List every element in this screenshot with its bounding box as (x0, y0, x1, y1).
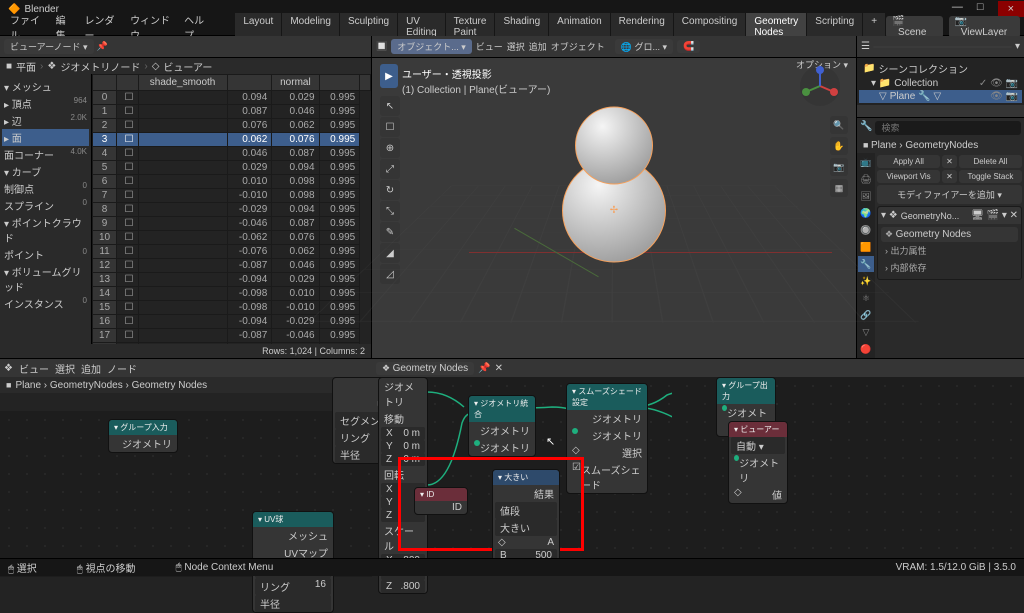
camera-icon[interactable]: 📷 (830, 158, 848, 176)
scene-collection: 📁シーンコレクション (859, 60, 1022, 77)
filter-icon[interactable]: ▾ (1015, 41, 1020, 52)
status-bar: 🖱 選択 🖱 視点の移動 🖱 Node Context Menu VRAM: 1… (0, 558, 1024, 576)
tree-item[interactable]: スプライン0 (2, 197, 89, 214)
props-icon[interactable]: 🔧 (860, 121, 872, 135)
tree-item[interactable]: ▸ 頂点964 (2, 95, 89, 112)
tree-item[interactable]: ▾ ポイントクラウド (2, 214, 89, 246)
props-search[interactable] (875, 121, 1021, 135)
vp-add[interactable]: 追加 (529, 40, 547, 53)
ne-select[interactable]: 選択 (55, 361, 75, 376)
tab-view[interactable]: 🖼 (858, 188, 874, 204)
tool-button[interactable]: ↻ (380, 180, 400, 200)
tab-data[interactable]: ▽ (858, 324, 874, 340)
mode-selector[interactable]: オブジェクト... ▾ (391, 39, 472, 54)
tree-item[interactable]: ポイント0 (2, 246, 89, 263)
nodegroup-selector[interactable]: ❖ Geometry Nodes (376, 362, 474, 375)
vp-view[interactable]: ビュー (476, 40, 503, 53)
row-count: Rows: 1,024 | Columns: 2 (0, 344, 371, 358)
editor-type-icon[interactable]: ▶ (380, 64, 398, 88)
tool-button[interactable]: ⊕ (380, 138, 400, 158)
tab-world[interactable]: 🔘 (858, 222, 874, 238)
vp-type-icon[interactable]: 🔲 (376, 41, 387, 52)
origin-icon: ✢ (610, 205, 618, 216)
ne-icon[interactable]: ❖ (4, 363, 13, 374)
tool-button[interactable]: ⤡ (380, 201, 400, 221)
tool-button[interactable]: ⤢ (380, 159, 400, 179)
delete-all[interactable]: Delete All (959, 155, 1022, 168)
props-breadcrumb: ■ Plane › GeometryNodes (857, 138, 1024, 153)
tree-item[interactable]: ▸ 面 (2, 129, 89, 146)
pin-icon[interactable]: 📌 (97, 41, 108, 52)
toggle-stack[interactable]: Toggle Stack (959, 170, 1022, 183)
zoom-icon[interactable]: 🔍 (830, 116, 848, 134)
mesh-object[interactable]: ✢ (562, 107, 666, 263)
vp-select[interactable]: 選択 (507, 40, 525, 53)
object-plane: ▽Plane🔧 ▽👁 📷 (859, 90, 1022, 103)
outliner[interactable]: 📁シーンコレクション ▾ 📁Collection✓ 👁 📷 ▽Plane🔧 ▽👁… (857, 58, 1024, 105)
nav-gizmo[interactable] (798, 64, 842, 108)
tree-item[interactable]: インスタンス0 (2, 295, 89, 312)
orient-selector[interactable]: 🌐 グロ... ▾ (615, 39, 673, 54)
modifier-geonodes: ▾ ❖GeometryNo...🖥 🎬 ▾ ✕ ❖ Geometry Nodes… (877, 206, 1022, 280)
persp-icon[interactable]: ▦ (830, 179, 848, 197)
cursor-icon: ↖ (546, 435, 555, 448)
collection: ▾ 📁Collection✓ 👁 📷 (859, 77, 1022, 90)
add-modifier[interactable]: モディファイアーを追加 ▾ (877, 185, 1022, 204)
viewport-vis[interactable]: Viewport Vis (877, 170, 940, 183)
node-group-input[interactable]: ▾ グループ入力ジオメトリ (108, 419, 178, 453)
tree-item[interactable]: ▾ カーブ (2, 163, 89, 180)
scene-selector[interactable]: 🎬 Scene (886, 16, 943, 38)
viewport[interactable]: 🔲 オブジェクト... ▾ ビュー 選択 追加 オブジェクト 🌐 グロ... ▾… (372, 36, 857, 358)
tab-render[interactable]: 📺 (858, 154, 874, 170)
node-greater[interactable]: ▾ 大きい 結果 値段 大きい ◇A B500 (492, 469, 560, 563)
node-area-left[interactable]: ▾ グループ入力ジオメトリ ▾ UV球 メッシュ UVマップ セグメント32 リ… (0, 411, 372, 577)
tree-item[interactable]: 面コーナー4.0K (2, 146, 89, 163)
outliner-blank (857, 105, 1024, 117)
tree-item[interactable]: 制御点0 (2, 180, 89, 197)
snap-toggle[interactable]: 🧲 (677, 40, 700, 53)
tab-material[interactable]: 🔴 (858, 341, 874, 357)
tab-object[interactable]: 🟧 (858, 239, 874, 255)
tab-output[interactable]: 🖨 (858, 171, 874, 187)
ne-add[interactable]: 追加 (81, 361, 101, 376)
sheet-type[interactable]: ビューアーノード ▾ (4, 39, 94, 54)
apply-all[interactable]: Apply All (877, 155, 940, 168)
outliner-icon[interactable]: ☰ (861, 41, 870, 52)
node-id[interactable]: ▾ ID ID (414, 487, 468, 515)
ne-view[interactable]: ビュー (19, 361, 49, 376)
sheet-breadcrumb: ■平面› ❖ジオメトリノード› ◇ビューアー (0, 58, 371, 74)
vp-object[interactable]: オブジェクト (551, 40, 605, 53)
tab-scene[interactable]: 🌍 (858, 205, 874, 221)
ne-node[interactable]: ノード (107, 361, 137, 376)
ne-breadcrumb: ■ Plane › GeometryNodes › Geometry Nodes (0, 377, 372, 393)
tree-item[interactable]: ▾ ボリュームグリッド (2, 263, 89, 295)
tree-item[interactable]: ▾ メッシュ (2, 78, 89, 95)
move-icon[interactable]: ✋ (830, 137, 848, 155)
close-group-icon[interactable]: ✕ (495, 363, 503, 374)
tree-item[interactable]: ▸ 辺2.0K (2, 112, 89, 129)
node-viewer[interactable]: ▾ ビューアー 自動 ▾ ジオメトリ ◇値 (728, 421, 788, 504)
node-editor[interactable]: メッシュ UVマップ セグメント32 リング16 半径 ジオメトリ 移動 X0 … (372, 377, 1024, 559)
tool-button[interactable]: ☐ (380, 117, 400, 137)
outliner-search[interactable] (873, 46, 1012, 48)
data-tree[interactable]: ▾ メッシュ▸ 頂点964▸ 辺2.0K▸ 面 面コーナー4.0K▾ カーブ 制… (0, 74, 92, 344)
viewlayer-selector[interactable]: 📷 ViewLayer (949, 16, 1020, 38)
tool-button[interactable]: ↖ (380, 96, 400, 116)
vp-info: ユーザー・透視投影(1) Collection | Plane(ビューアー) (402, 66, 550, 96)
node-join[interactable]: ▾ ジオメトリ統合 ジオメトリ ジオメトリ (468, 395, 536, 457)
pin-icon[interactable]: 📌 (478, 363, 490, 374)
